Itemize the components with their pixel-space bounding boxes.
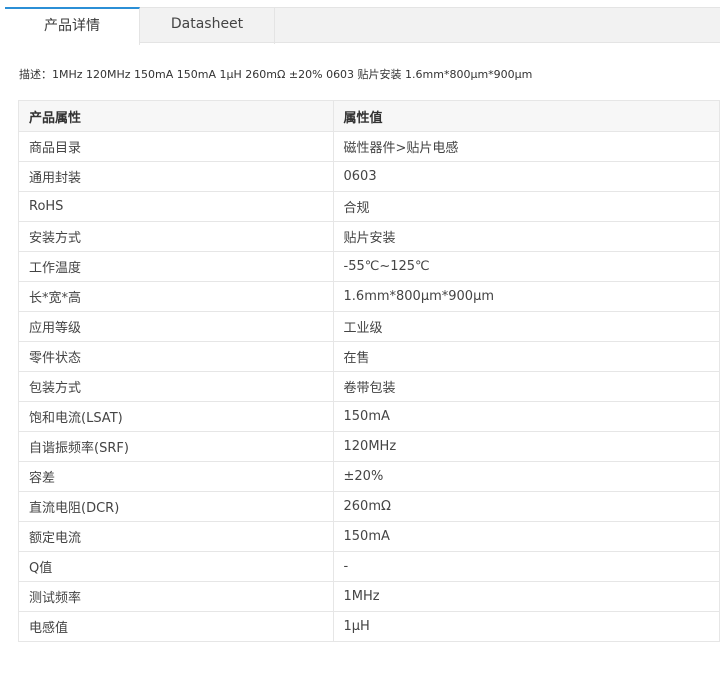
attribute-name-cell: 饱和电流(LSAT): [18, 401, 334, 432]
attribute-value-cell: 120MHz: [332, 431, 720, 462]
attribute-name-cell: 直流电阻(DCR): [18, 491, 334, 522]
attribute-value-cell: 1MHz: [332, 581, 720, 612]
table-row: RoHS 合规: [18, 191, 720, 222]
attribute-value-cell: -55℃~125℃: [332, 251, 720, 282]
attribute-name-cell: Q值: [18, 551, 334, 582]
attribute-value-cell: ±20%: [332, 461, 720, 492]
attribute-value-cell: 卷带包装: [332, 371, 720, 402]
attribute-value-cell: 磁性器件>贴片电感: [332, 131, 720, 162]
table-row: 测试频率 1MHz: [18, 581, 720, 612]
attribute-name-cell: 应用等级: [18, 311, 334, 342]
attribute-name-cell: 安装方式: [18, 221, 334, 252]
attribute-name-cell: 零件状态: [18, 341, 334, 372]
table-row: 饱和电流(LSAT) 150mA: [18, 401, 720, 432]
header-attribute-name: 产品属性: [18, 100, 334, 132]
attribute-name-cell: 工作温度: [18, 251, 334, 282]
attribute-name-cell: 容差: [18, 461, 334, 492]
table-row: 直流电阻(DCR) 260mΩ: [18, 491, 720, 522]
attribute-name-cell: 电感值: [18, 611, 334, 642]
table-row: Q值 -: [18, 551, 720, 582]
attribute-name-cell: 商品目录: [18, 131, 334, 162]
table-header-row: 产品属性 属性值: [18, 100, 720, 132]
attribute-value-cell: 贴片安装: [332, 221, 720, 252]
attribute-value-cell: 150mA: [332, 521, 720, 552]
header-attribute-value: 属性值: [332, 100, 720, 132]
attribute-value-cell: 在售: [332, 341, 720, 372]
table-row: 额定电流 150mA: [18, 521, 720, 552]
product-detail-page: 产品详情 Datasheet 描述：1MHz 120MHz 150mA 150m…: [0, 0, 720, 676]
tab-datasheet[interactable]: Datasheet: [140, 7, 275, 44]
table-row: 安装方式 贴片安装: [18, 221, 720, 252]
attribute-name-cell: RoHS: [18, 191, 334, 222]
attribute-value-cell: -: [332, 551, 720, 582]
attribute-value-cell: 260mΩ: [332, 491, 720, 522]
attribute-name-cell: 通用封装: [18, 161, 334, 192]
attribute-value-cell: 1.6mm*800μm*900μm: [332, 281, 720, 312]
product-description: 描述：1MHz 120MHz 150mA 150mA 1μH 260mΩ ±20…: [19, 68, 533, 81]
table-row: 工作温度 -55℃~125℃: [18, 251, 720, 282]
table-row: 电感值 1μH: [18, 611, 720, 642]
table-row: 零件状态 在售: [18, 341, 720, 372]
attributes-table: 产品属性 属性值 商品目录 磁性器件>贴片电感 通用封装 0603 RoHS 合规 安装方式…: [18, 100, 720, 642]
table-row: 长*宽*高 1.6mm*800μm*900μm: [18, 281, 720, 312]
table-row: 商品目录 磁性器件>贴片电感: [18, 131, 720, 162]
attribute-value-cell: 合规: [332, 191, 720, 222]
attribute-name-cell: 包装方式: [18, 371, 334, 402]
attribute-value-cell: 1μH: [332, 611, 720, 642]
attribute-name-cell: 自谐振频率(SRF): [18, 431, 334, 462]
tab-product-details[interactable]: 产品详情: [5, 7, 140, 45]
table-body: 商品目录 磁性器件>贴片电感 通用封装 0603 RoHS 合规 安装方式 贴片安装 工作温度 -…: [18, 131, 720, 642]
table-row: 包装方式 卷带包装: [18, 371, 720, 402]
tab-bar: 产品详情 Datasheet: [5, 7, 720, 45]
table-row: 通用封装 0603: [18, 161, 720, 192]
attribute-name-cell: 测试频率: [18, 581, 334, 612]
attribute-value-cell: 工业级: [332, 311, 720, 342]
attribute-value-cell: 150mA: [332, 401, 720, 432]
table-row: 自谐振频率(SRF) 120MHz: [18, 431, 720, 462]
attribute-name-cell: 长*宽*高: [18, 281, 334, 312]
attribute-value-cell: 0603: [332, 161, 720, 192]
attribute-name-cell: 额定电流: [18, 521, 334, 552]
table-row: 容差 ±20%: [18, 461, 720, 492]
table-row: 应用等级 工业级: [18, 311, 720, 342]
